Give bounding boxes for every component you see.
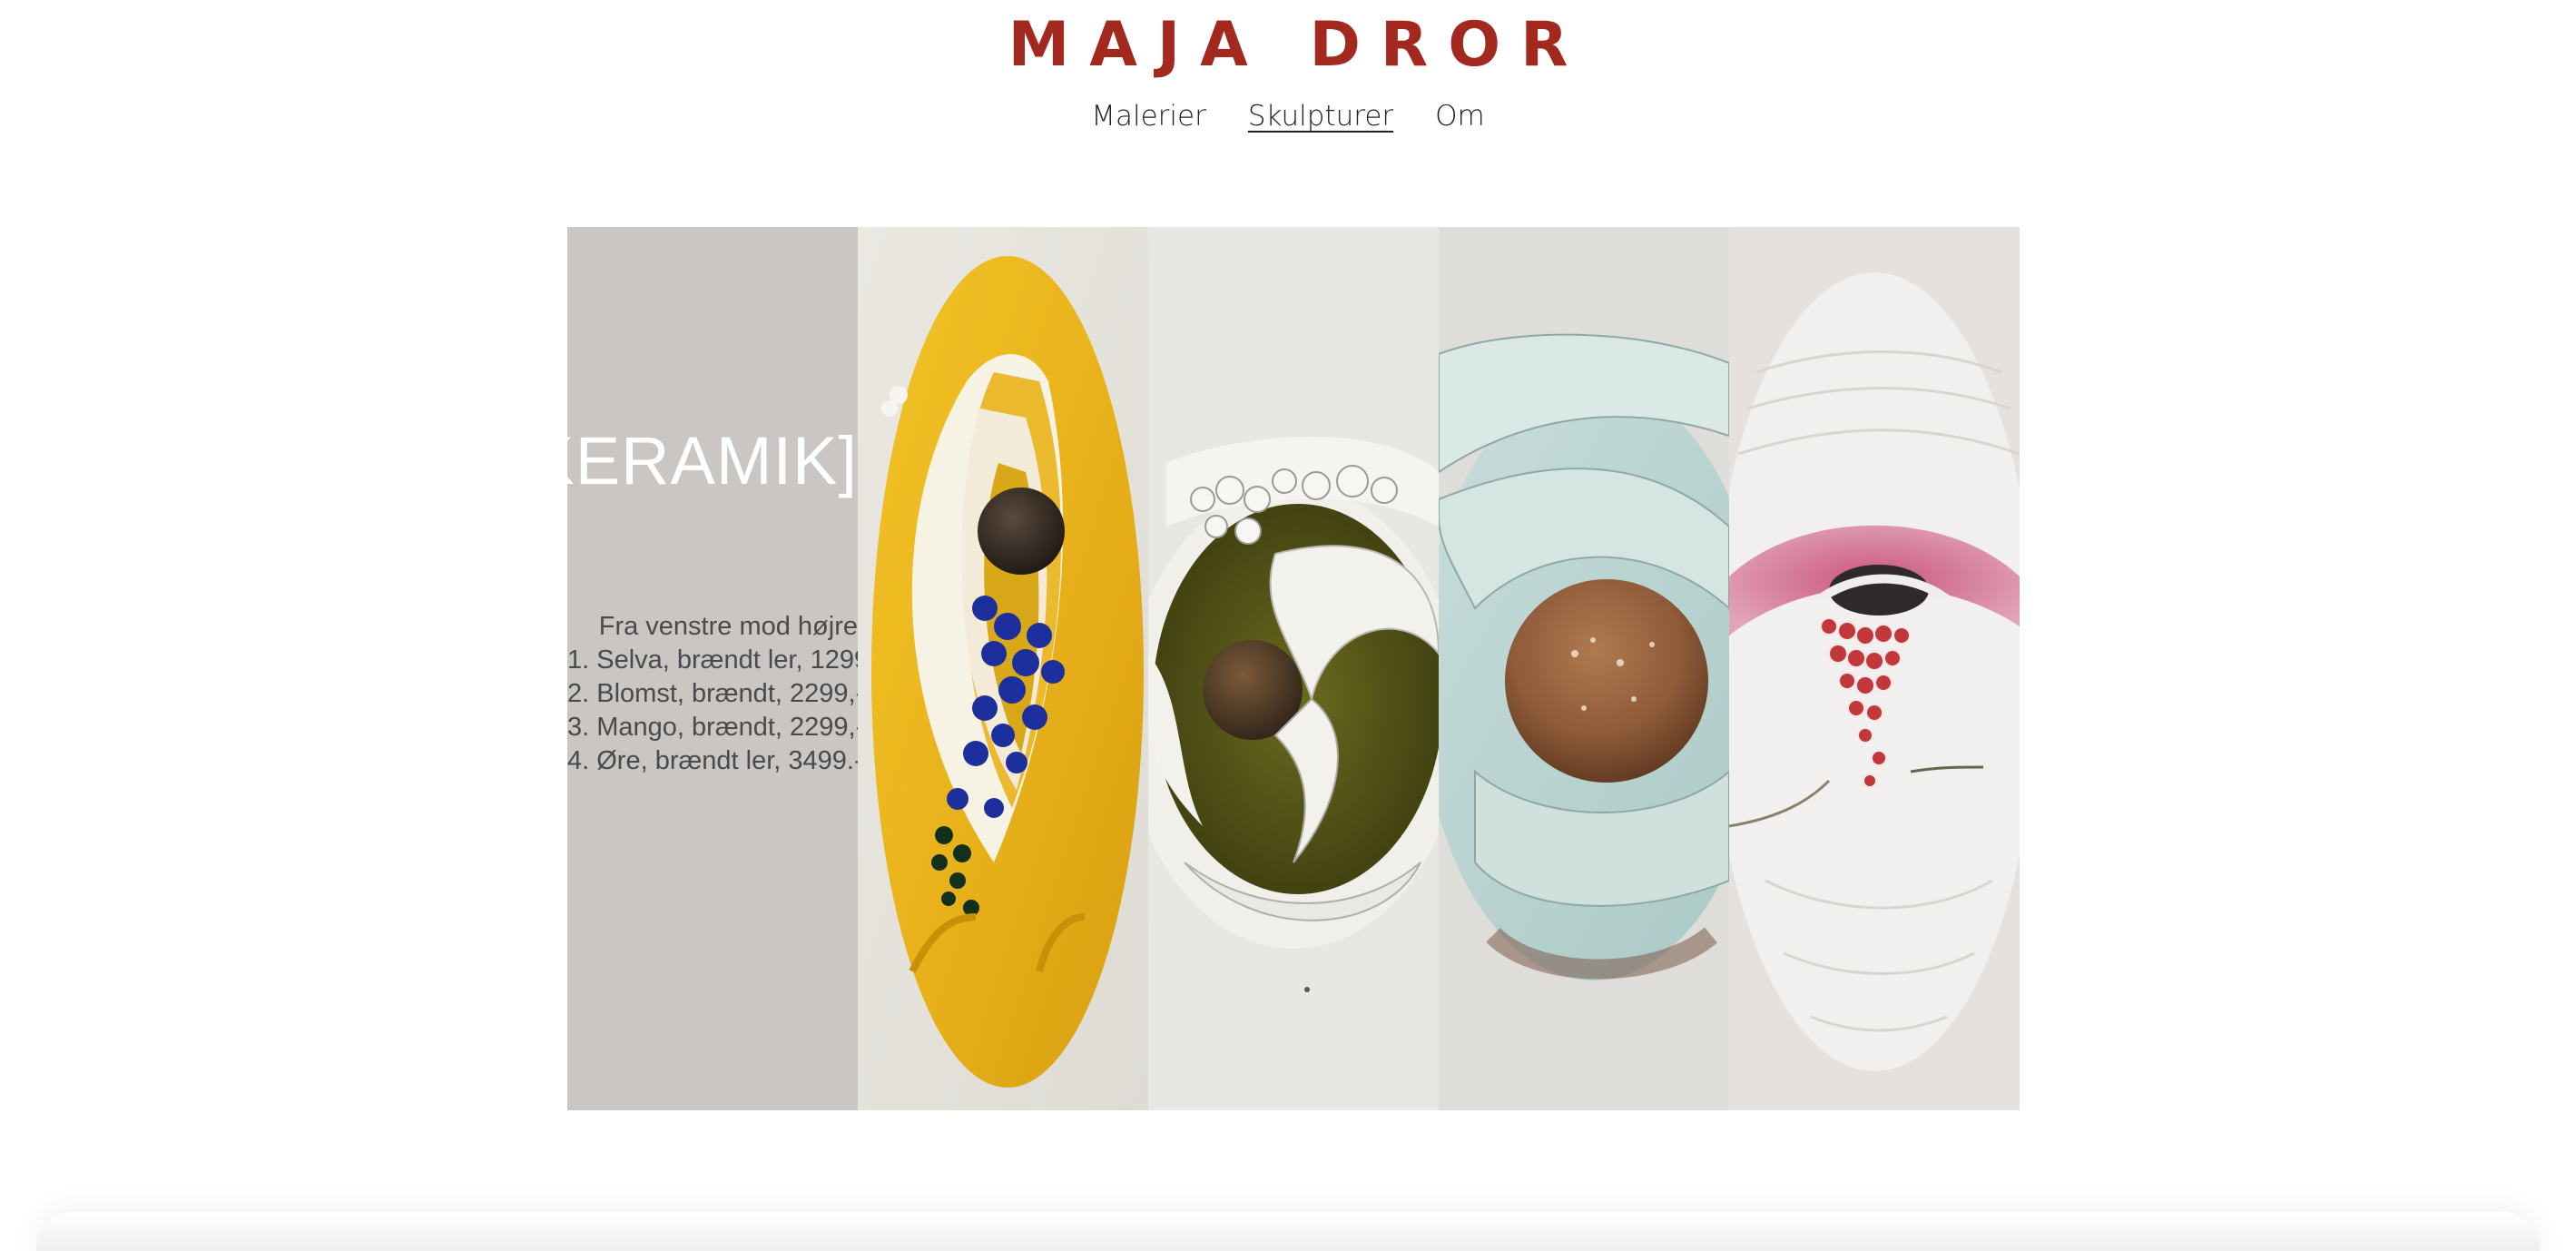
main-nav: Malerier Skulpturer Om bbox=[0, 96, 2576, 136]
sculpture-ear-illustration bbox=[1729, 227, 2020, 1110]
sculpture-image-1[interactable] bbox=[858, 227, 1148, 1110]
footer-shadow bbox=[36, 1212, 2540, 1251]
artwork-info-line: Fra venstre mod højre bbox=[598, 612, 858, 641]
artwork-info-line: 1. Selva, brændt ler, 1299,- bbox=[567, 645, 858, 675]
artwork-info-line: 3. Mango, brændt, 2299,- bbox=[567, 713, 858, 742]
nav-item-malerier[interactable]: Malerier bbox=[1091, 96, 1206, 136]
sculpture-image-2[interactable] bbox=[1148, 227, 1439, 1110]
sculpture-flower-illustration bbox=[1148, 227, 1439, 1110]
artwork-info-line: 2. Blomst, brændt, 2299,- bbox=[567, 679, 858, 708]
sculpture-mango-illustration bbox=[1439, 227, 1729, 1110]
gallery-heading: [KERAMIK] bbox=[567, 423, 858, 498]
sculpture-image-3[interactable] bbox=[1439, 227, 1729, 1110]
sculpture-gallery: [KERAMIK] Fra venstre mod højre 1. Selva… bbox=[567, 227, 2020, 1110]
nav-item-om[interactable]: Om bbox=[1435, 96, 1485, 136]
nav-item-skulpturer[interactable]: Skulpturer bbox=[1248, 96, 1393, 136]
info-panel: [KERAMIK] Fra venstre mod højre 1. Selva… bbox=[567, 227, 858, 1110]
info-text-clip: [KERAMIK] Fra venstre mod højre 1. Selva… bbox=[567, 227, 858, 1110]
sculpture-image-4[interactable] bbox=[1729, 227, 2020, 1110]
site-title[interactable]: MAJA DROR bbox=[0, 7, 2576, 84]
artwork-info-line: 4. Øre, brændt ler, 3499.- bbox=[567, 746, 858, 775]
artwork-info-list: Fra venstre mod højre 1. Selva, brændt l… bbox=[567, 610, 858, 778]
sculpture-yellow-illustration bbox=[858, 227, 1148, 1110]
